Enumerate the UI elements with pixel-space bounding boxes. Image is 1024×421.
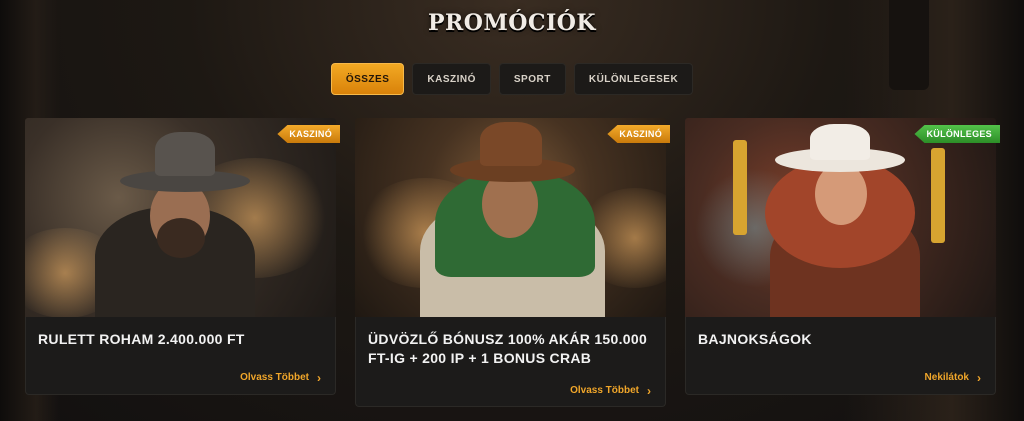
promo-card-roulette[interactable]: KASZINÓ RULETT ROHAM 2.400.000 FT Olvass… [25, 118, 340, 407]
promo-card-image[interactable] [355, 118, 666, 317]
promo-card-image[interactable] [25, 118, 336, 317]
tab-casino[interactable]: KASZINÓ [412, 63, 491, 95]
promo-card-body: ÜDVÖZLŐ BÓNUSZ 100% AKÁR 150.000 FT-IG +… [355, 317, 666, 407]
character-head [815, 163, 867, 225]
category-badge: KÜLÖNLEGES [914, 125, 1000, 143]
promo-card-body: RULETT ROHAM 2.400.000 FT Olvass Többet … [25, 317, 336, 395]
character-beard [157, 218, 205, 258]
character-hat-crown [155, 132, 215, 176]
tab-all[interactable]: ÖSSZES [330, 63, 405, 95]
read-more-link[interactable]: Olvass Többet › [240, 370, 321, 385]
promo-card-tournaments[interactable]: KÜLÖNLEGES BAJNOKSÁGOK Nekilátok › [685, 118, 1000, 407]
read-more-label: Olvass Többet [570, 385, 639, 396]
tab-sport[interactable]: SPORT [498, 63, 566, 95]
character-hat-crown [810, 124, 870, 160]
category-badge: KASZINÓ [607, 125, 670, 143]
revolver-right [931, 148, 945, 243]
promo-card-title: ÜDVÖZLŐ BÓNUSZ 100% AKÁR 150.000 FT-IG +… [368, 331, 648, 366]
promo-filter-tabs: ÖSSZES KASZINÓ SPORT KÜLÖNLEGESEK [0, 63, 1024, 95]
character-hat-crown [480, 122, 542, 166]
chevron-right-icon: › [317, 370, 321, 385]
revolver-left [733, 140, 747, 235]
promo-card-body: BAJNOKSÁGOK Nekilátok › [685, 317, 996, 395]
chevron-right-icon: › [977, 370, 981, 385]
promo-card-title: RULETT ROHAM 2.400.000 FT [38, 331, 245, 347]
read-more-label: Olvass Többet [240, 372, 309, 383]
category-badge: KASZINÓ [277, 125, 340, 143]
promo-card-title: BAJNOKSÁGOK [698, 331, 812, 347]
promo-card-image[interactable] [685, 118, 996, 317]
tab-specials[interactable]: KÜLÖNLEGESEK [573, 63, 694, 95]
page-title: PROMÓCIÓK [427, 10, 597, 36]
promo-card-welcome-bonus[interactable]: KASZINÓ ÜDVÖZLŐ BÓNUSZ 100% AKÁR 150.000… [355, 118, 670, 407]
read-more-link[interactable]: Olvass Többet › [570, 383, 651, 398]
chevron-right-icon: › [647, 383, 651, 398]
lets-go-link[interactable]: Nekilátok › [924, 370, 981, 385]
lets-go-label: Nekilátok [924, 372, 969, 383]
promo-card-list: KASZINÓ RULETT ROHAM 2.400.000 FT Olvass… [25, 118, 1000, 407]
